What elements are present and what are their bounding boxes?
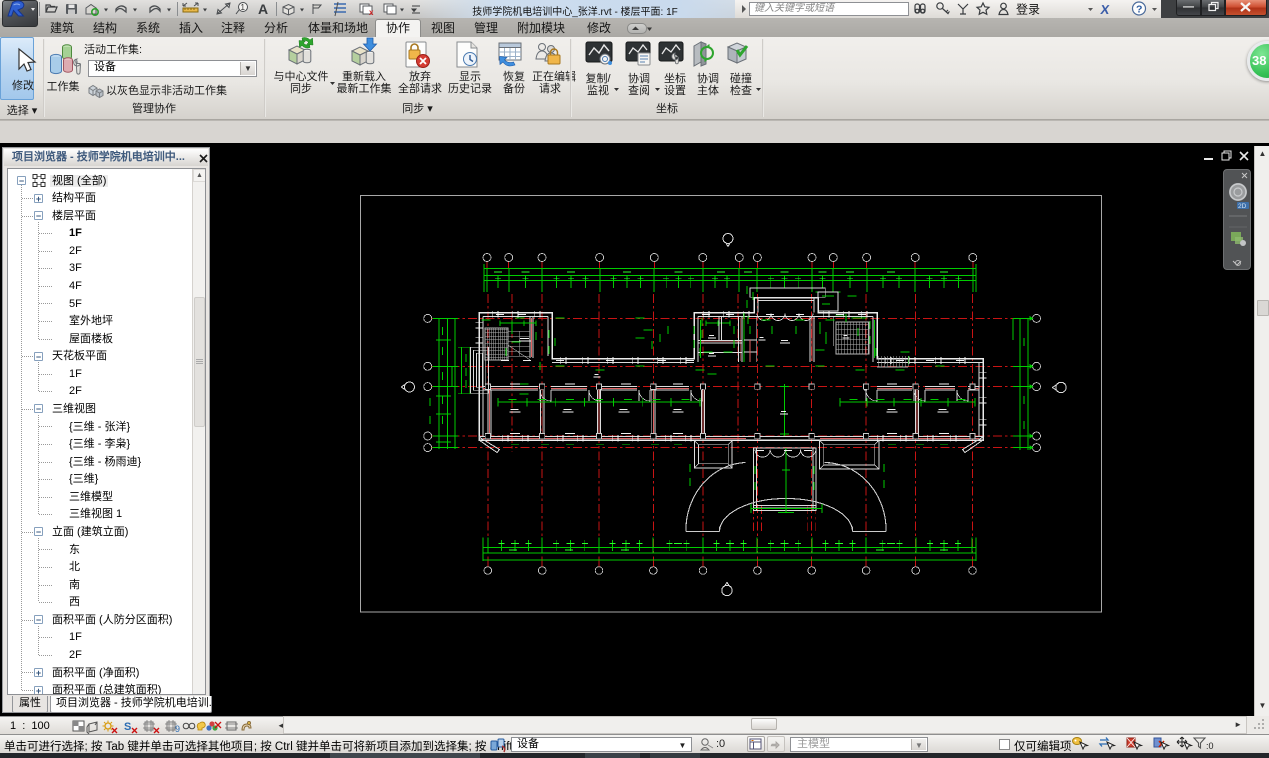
svg-text:2D: 2D xyxy=(1238,203,1247,210)
svg-text:A: A xyxy=(258,1,268,17)
svg-text::0: :0 xyxy=(1206,741,1214,751)
svg-text:?: ? xyxy=(1136,4,1142,16)
svg-text:登录: 登录 xyxy=(1016,2,1040,17)
svg-text:9: 9 xyxy=(175,724,180,734)
svg-text:1: 1 xyxy=(241,3,246,12)
svg-text:x: x xyxy=(369,8,374,17)
svg-text:X: X xyxy=(1100,2,1111,17)
svg-text:S: S xyxy=(124,721,131,733)
